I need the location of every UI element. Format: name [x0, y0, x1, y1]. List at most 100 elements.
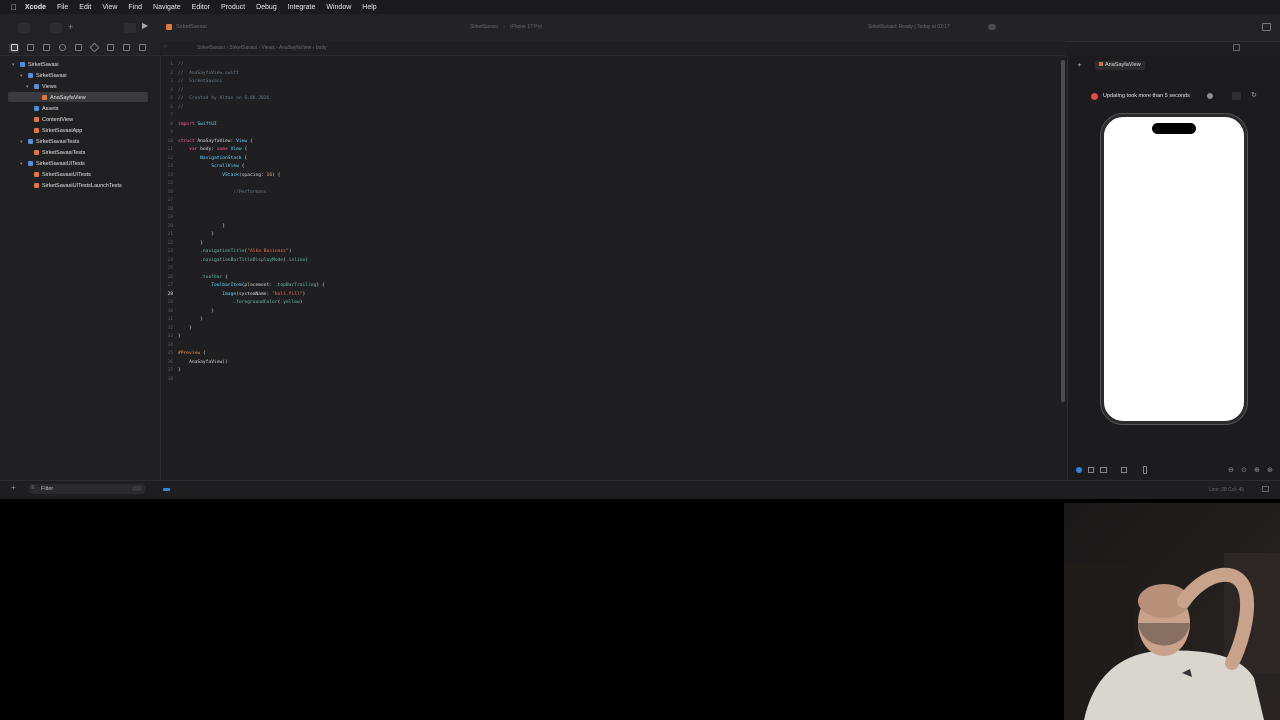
line-number[interactable]: 23 — [161, 249, 173, 254]
pin-icon[interactable]: ✦ — [1077, 62, 1082, 69]
code-line[interactable]: } — [178, 326, 192, 331]
code-line[interactable]: } — [178, 232, 214, 237]
line-number[interactable]: 30 — [161, 309, 173, 314]
code-editor[interactable]: 1 // 2 // AnaSayfaView.swift 3 // SirketSavas… — [161, 56, 1057, 480]
device-icon[interactable] — [1143, 466, 1147, 474]
code-line[interactable]: } — [178, 368, 181, 373]
code-line[interactable]: Image(systemName: "bell.fill") — [178, 292, 305, 297]
debug-icon[interactable] — [107, 44, 114, 51]
code-line[interactable]: .toolbar { — [178, 275, 228, 280]
code-line[interactable]: ToolbarItem(placement: .topBarTrailing) … — [178, 283, 324, 288]
inspector-toggle-icon[interactable] — [1262, 23, 1271, 31]
scheme-selector[interactable]: SirketSavasi › iPhone 17 Pro — [470, 24, 542, 30]
line-number[interactable]: 8 — [161, 122, 173, 127]
code-line[interactable]: } — [178, 224, 225, 229]
menu-find[interactable]: Find — [128, 4, 142, 11]
line-number[interactable]: 1 — [161, 62, 173, 67]
chevron-down-icon[interactable]: ▾ — [20, 71, 23, 81]
chevron-down-icon[interactable]: ▾ — [26, 82, 29, 92]
line-number[interactable]: 36 — [161, 360, 173, 365]
menu-navigate[interactable]: Navigate — [153, 4, 181, 11]
symbols-icon[interactable] — [43, 44, 50, 51]
line-number[interactable]: 14 — [161, 173, 173, 178]
reports-icon[interactable] — [139, 44, 146, 51]
line-number[interactable]: 16 — [161, 190, 173, 195]
project-title[interactable]: SirketSavasi — [176, 24, 207, 30]
line-number[interactable]: 22 — [161, 241, 173, 246]
line-number[interactable]: 18 — [161, 207, 173, 212]
line-number[interactable]: 28 — [161, 292, 173, 297]
panel-toggle-icon[interactable] — [1262, 486, 1269, 492]
run-icon[interactable]: ▶ — [142, 21, 148, 30]
code-line[interactable]: // — [178, 88, 184, 93]
breakpoints-icon[interactable] — [123, 44, 130, 51]
menu-file[interactable]: File — [57, 4, 68, 11]
line-number[interactable]: 38 — [161, 377, 173, 382]
zoom-actual-icon[interactable]: ⊙ — [1241, 466, 1247, 474]
tree-item-anasayfaview[interactable]: AnaSayfaView — [42, 93, 86, 103]
code-line[interactable]: //Performans — [178, 190, 266, 195]
tree-item-uitests[interactable]: ▾ SirketSavasiUITests — [20, 159, 85, 169]
code-line[interactable]: struct AnaSayfaView: View { — [178, 139, 253, 144]
line-number[interactable]: 11 — [161, 147, 173, 152]
line-number[interactable]: 29 — [161, 300, 173, 305]
zoom-out-icon[interactable]: ⊖ — [1228, 466, 1234, 474]
code-line[interactable]: // AnaSayfaView.swift — [178, 71, 239, 76]
menu-xcode[interactable]: Xcode — [25, 4, 46, 11]
line-number[interactable]: 32 — [161, 326, 173, 331]
code-line[interactable]: // Created by Altan on 6.06.2026. — [178, 96, 272, 101]
diagnostics-icon[interactable] — [1232, 92, 1241, 100]
filter-options-icon[interactable] — [132, 486, 142, 491]
add-file-icon[interactable]: + — [11, 483, 16, 492]
line-number[interactable]: 34 — [161, 343, 173, 348]
variants-icon[interactable] — [1100, 467, 1107, 473]
tree-item-tests[interactable]: ▾ SirketSavasiTests — [20, 137, 79, 147]
line-number[interactable]: 27 — [161, 283, 173, 288]
zoom-in-icon[interactable]: ⊕ — [1254, 466, 1260, 474]
debug-area-toggle-icon[interactable] — [163, 488, 170, 491]
code-line[interactable]: VStack(spacing: 16) { — [178, 173, 280, 178]
line-number[interactable]: 7 — [161, 113, 173, 118]
menu-editor[interactable]: Editor — [192, 4, 210, 11]
refresh-icon[interactable]: ↻ — [1251, 91, 1257, 99]
line-number[interactable]: 33 — [161, 334, 173, 339]
code-line[interactable]: } — [178, 241, 203, 246]
menu-edit[interactable]: Edit — [79, 4, 91, 11]
issues-icon[interactable] — [75, 44, 82, 51]
device-settings-icon[interactable] — [1121, 467, 1127, 473]
menu-help[interactable]: Help — [362, 4, 376, 11]
code-line[interactable]: NavigationStack { — [178, 156, 247, 161]
line-number[interactable]: 35 — [161, 351, 173, 356]
tree-item-tests-file[interactable]: SirketSavasiTests — [34, 148, 85, 158]
line-number[interactable]: 26 — [161, 275, 173, 280]
iphone-preview[interactable] — [1101, 114, 1247, 424]
selectable-icon[interactable] — [1088, 467, 1094, 473]
line-number[interactable]: 12 — [161, 156, 173, 161]
tree-item-app[interactable]: SirketSavasiApp — [34, 126, 82, 136]
code-line[interactable]: ScrollView { — [178, 164, 244, 169]
code-line[interactable]: AnaSayfaView() — [178, 360, 228, 365]
line-number[interactable]: 13 — [161, 164, 173, 169]
line-number[interactable]: 21 — [161, 232, 173, 237]
chevron-down-icon[interactable]: ▾ — [20, 137, 23, 147]
live-preview-icon[interactable] — [1076, 467, 1082, 473]
tree-item-group[interactable]: ▾ SirketSavasi — [20, 71, 67, 81]
line-number[interactable]: 4 — [161, 88, 173, 93]
line-number[interactable]: 20 — [161, 224, 173, 229]
line-number[interactable]: 5 — [161, 96, 173, 101]
menu-window[interactable]: Window — [326, 4, 351, 11]
code-line[interactable]: } — [178, 317, 203, 322]
filter-field[interactable]: ≡ Filter — [28, 484, 146, 494]
menu-debug[interactable]: Debug — [256, 4, 277, 11]
code-line[interactable]: .foregroundColor(.yellow) — [178, 300, 302, 305]
search-icon[interactable] — [59, 44, 66, 51]
tree-item-contentview[interactable]: ContentView — [34, 115, 73, 125]
tree-item-assets[interactable]: Assets — [34, 104, 59, 114]
code-line[interactable]: .navigationBarTitleDisplayMode(.inline) — [178, 258, 308, 263]
line-number[interactable]: 24 — [161, 258, 173, 263]
preview-tab[interactable]: AnaSayfaView — [1095, 61, 1145, 70]
line-number[interactable]: 31 — [161, 317, 173, 322]
code-line[interactable]: } — [178, 334, 181, 339]
line-number[interactable]: 9 — [161, 130, 173, 135]
menu-view[interactable]: View — [102, 4, 117, 11]
